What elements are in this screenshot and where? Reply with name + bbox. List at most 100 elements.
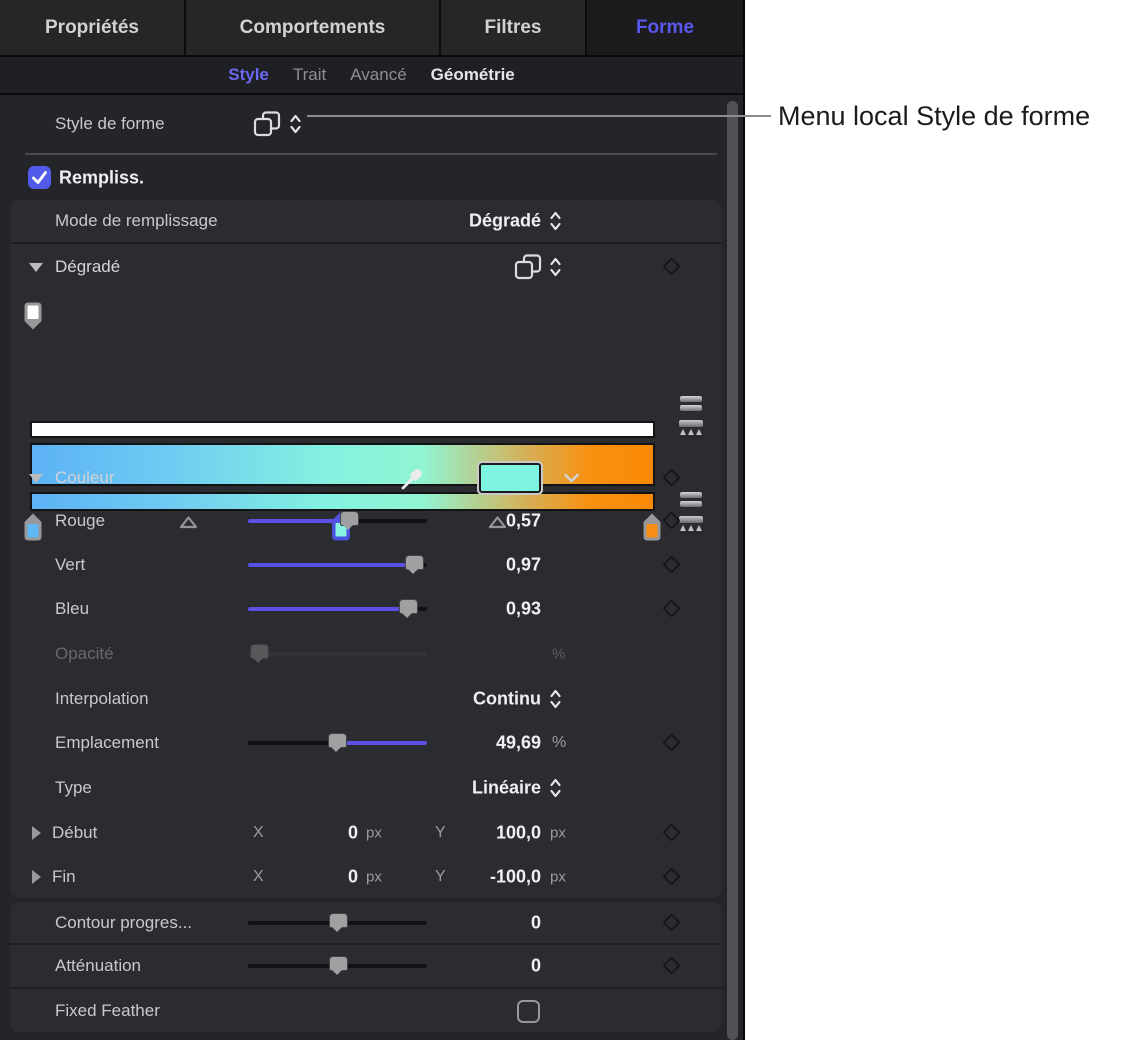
opacity-bar[interactable] [30, 421, 655, 438]
opacity-slider [248, 643, 427, 665]
distribute-opacity-stops-icon[interactable] [679, 420, 703, 435]
tab-label: Propriétés [45, 17, 139, 39]
location-unit: % [552, 734, 566, 752]
gradient-editor [10, 290, 722, 455]
axis-x-label: X [253, 868, 264, 886]
green-value[interactable]: 0,97 [340, 554, 541, 575]
location-label: Emplacement [55, 733, 159, 753]
shape-style-row: Style de forme [0, 95, 743, 153]
disclosure-down-icon[interactable] [29, 263, 43, 272]
popup-updown-icon[interactable] [549, 777, 562, 799]
end-label: Fin [52, 867, 76, 887]
end-y-unit: px [550, 868, 566, 885]
disclosure-down-icon[interactable] [29, 474, 43, 483]
keyframe-diamond-icon[interactable] [662, 867, 680, 885]
end-y-value[interactable]: -100,0 [440, 866, 541, 887]
opacity-stop-handle[interactable] [22, 302, 44, 330]
opacity-row: Opacité % [10, 631, 722, 676]
shape-subtab-bar: Style Trait Avancé Géométrie [0, 57, 743, 95]
end-x-value[interactable]: 0 [278, 866, 358, 887]
red-value[interactable]: 0,57 [340, 511, 541, 532]
feathering-label: Contour progres... [55, 913, 192, 933]
popup-updown-icon[interactable] [549, 256, 562, 278]
fill-checkbox-label: Rempliss. [59, 168, 144, 189]
vertical-scrollbar[interactable] [727, 101, 738, 1040]
eyedropper-icon[interactable] [399, 464, 427, 492]
fixed-feather-row: Fixed Feather [10, 989, 722, 1032]
falloff-row: Atténuation 0 [10, 945, 722, 987]
start-label: Début [52, 823, 97, 843]
keyframe-diamond-icon[interactable] [662, 468, 680, 486]
interpolation-label: Interpolation [55, 689, 149, 709]
fixed-feather-checkbox[interactable] [517, 1000, 540, 1023]
green-label: Vert [55, 555, 85, 575]
callout-text: Menu local Style de forme [778, 101, 1090, 132]
keyframe-diamond-icon[interactable] [662, 511, 680, 529]
tab-filtres[interactable]: Filtres [441, 0, 587, 55]
start-y-value[interactable]: 100,0 [440, 822, 541, 843]
divider [25, 153, 717, 155]
inspector-tab-bar: Propriétés Comportements Filtres Forme [0, 0, 743, 57]
shape-style-label: Style de forme [55, 114, 165, 134]
start-x-unit: px [366, 824, 382, 841]
keyframe-diamond-icon[interactable] [662, 555, 680, 573]
keyframe-diamond-icon[interactable] [662, 913, 680, 931]
start-y-unit: px [550, 824, 566, 841]
blue-row: Bleu 0,93 [10, 587, 722, 631]
keyframe-diamond-icon[interactable] [662, 823, 680, 841]
keyframe-diamond-icon[interactable] [662, 733, 680, 751]
popup-updown-icon[interactable] [549, 210, 562, 232]
green-row: Vert 0,97 [10, 542, 722, 587]
tab-proprietes[interactable]: Propriétés [0, 0, 186, 55]
popup-updown-icon[interactable] [549, 688, 562, 710]
keyframe-diamond-icon[interactable] [662, 956, 680, 974]
blue-label: Bleu [55, 599, 89, 619]
keyframe-diamond-icon[interactable] [662, 599, 680, 617]
subtab-geometrie[interactable]: Géométrie [431, 65, 515, 85]
chevron-down-icon[interactable] [563, 472, 580, 483]
fixed-feather-label: Fixed Feather [55, 1001, 160, 1021]
screenshot-stage: Propriétés Comportements Filtres Forme S… [0, 0, 1138, 1040]
color-row: Couleur [10, 455, 722, 500]
tab-comportements[interactable]: Comportements [186, 0, 441, 55]
popup-updown-icon[interactable] [289, 113, 302, 135]
fill-settings-group: Mode de remplissage Dégradé Dégradé [10, 200, 722, 898]
subtab-avance[interactable]: Avancé [350, 65, 406, 85]
color-swatch[interactable] [477, 461, 543, 495]
tab-forme[interactable]: Forme [587, 0, 743, 55]
start-x-value[interactable]: 0 [278, 822, 358, 843]
callout-line [307, 115, 771, 117]
interpolation-value[interactable]: Continu [340, 688, 541, 709]
end-x-unit: px [366, 868, 382, 885]
slider-thumb [250, 644, 267, 664]
location-value[interactable]: 49,69 [340, 733, 541, 754]
disclosure-right-icon[interactable] [32, 870, 41, 884]
preset-squares-icon[interactable] [513, 254, 543, 281]
subtab-trait[interactable]: Trait [293, 65, 326, 85]
fill-mode-value[interactable]: Dégradé [340, 211, 541, 232]
tab-label: Comportements [240, 17, 386, 39]
keyframe-diamond-icon[interactable] [662, 257, 680, 275]
type-label: Type [55, 778, 92, 798]
feathering-row: Contour progres... 0 [10, 902, 722, 943]
reverse-opacity-stops-icon[interactable] [680, 396, 702, 414]
red-label: Rouge [55, 511, 105, 531]
preset-squares-icon[interactable] [252, 111, 282, 138]
color-label: Couleur [55, 468, 115, 488]
end-row: Fin X 0 px Y -100,0 px [10, 855, 722, 898]
fill-checkbox[interactable] [28, 166, 51, 189]
type-value[interactable]: Linéaire [340, 777, 541, 798]
fill-row: Rempliss. [0, 158, 743, 198]
gradient-header-row: Dégradé [10, 244, 722, 290]
type-row: Type Linéaire [10, 765, 722, 810]
falloff-label: Atténuation [55, 956, 141, 976]
subtab-style[interactable]: Style [228, 65, 269, 85]
disclosure-right-icon[interactable] [32, 826, 41, 840]
fill-mode-label: Mode de remplissage [55, 211, 218, 231]
feathering-value[interactable]: 0 [340, 912, 541, 933]
falloff-value[interactable]: 0 [340, 956, 541, 977]
fill-mode-row: Mode de remplissage Dégradé [10, 200, 722, 242]
gradient-label: Dégradé [55, 257, 120, 277]
blue-value[interactable]: 0,93 [340, 599, 541, 620]
location-row: Emplacement 49,69 % [10, 721, 722, 765]
